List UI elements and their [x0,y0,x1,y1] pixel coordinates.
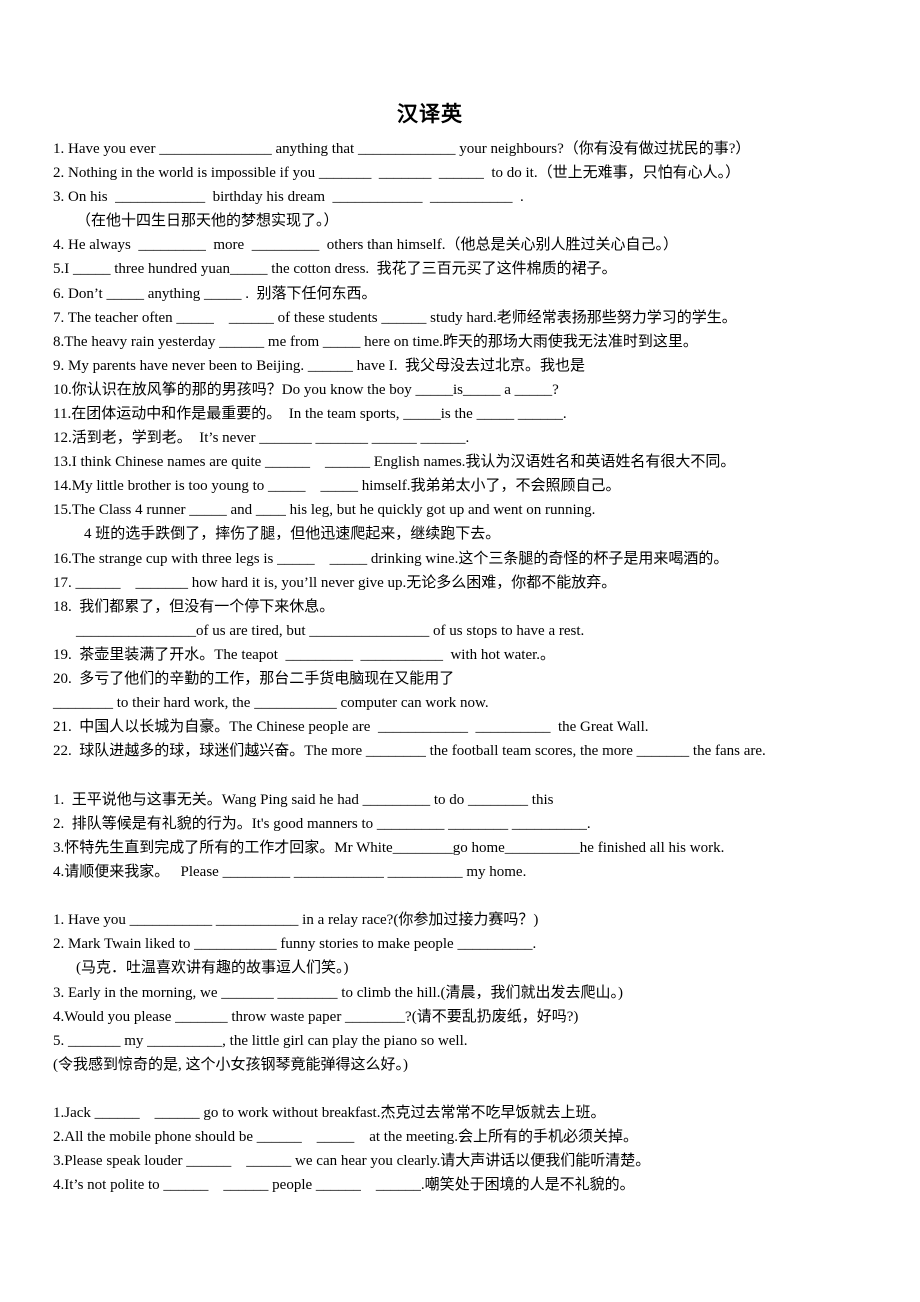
exercise-line: 2. Mark Twain liked to ___________ funny… [53,936,537,952]
exercise-line: ________________of us are tired, but ___… [76,623,585,639]
exercise-line: 21. 中国人以长城为自豪。The Chinese people are ___… [53,719,649,735]
exercise-line: 19. 茶壶里装满了开水。The teapot _________ ______… [53,647,556,663]
exercise-line: 2. 排队等候是有礼貌的行为。It's good manners to ____… [53,816,591,832]
exercise-line: 22. 球队进越多的球，球迷们越兴奋。The more ________ the… [53,743,766,759]
exercise-line: 1. Have you ever _______________ anythin… [53,141,751,157]
exercise-line: 6. Don’t _____ anything _____ . 别落下任何东西。 [53,286,377,302]
exercise-line: 20. 多亏了他们的辛勤的工作，那台二手货电脑现在又能用了 [53,671,455,687]
exercise-line: 3.怀特先生直到完成了所有的工作才回家。Mr White________go h… [53,840,725,856]
translation-line: (令我感到惊奇的是, 这个小女孩钢琴竟能弹得这么好。) [53,1057,408,1073]
exercise-line: ________ to their hard work, the _______… [53,695,489,711]
document-page: 汉译英 1. Have you ever _______________ any… [0,0,920,1302]
exercise-line: 17. ______ _______ how hard it is, you’l… [53,575,617,591]
exercise-line: 3. On his ____________ birthday his drea… [53,189,524,205]
exercise-line: 18. 我们都累了，但没有一个停下来休息。 [53,599,335,615]
exercise-line: 1.Jack ______ ______ go to work without … [53,1105,606,1121]
exercise-line: 2. Nothing in the world is impossible if… [53,165,741,181]
exercise-line: 5.I _____ three hundred yuan_____ the co… [53,261,617,277]
exercise-line: 3.Please speak louder ______ ______ we c… [53,1153,651,1169]
exercise-line: 3. Early in the morning, we _______ ____… [53,985,623,1001]
exercise-line: 9. My parents have never been to Beijing… [53,358,585,374]
exercise-line: 4.请顺便来我家。 Please _________ ____________ … [53,864,527,880]
exercise-line: 5. _______ my __________, the little gir… [53,1033,468,1049]
exercise-line: 8.The heavy rain yesterday ______ me fro… [53,334,698,350]
exercise-line: 10.你认识在放风筝的那的男孩吗？Do you know the boy ___… [53,382,559,398]
page-title: 汉译英 [397,102,463,126]
exercise-line: 4. He always _________ more _________ ot… [53,237,678,253]
exercise-line: 14.My little brother is too young to ___… [53,478,621,494]
exercise-line: 12.活到老，学到老。 It’s never _______ _______ _… [53,430,470,446]
exercise-line: 15.The Class 4 runner _____ and ____ his… [53,502,596,518]
exercise-line: 4.It’s not polite to ______ ______ peopl… [53,1177,635,1193]
exercise-line: 1. Have you ___________ ___________ in a… [53,912,539,928]
translation-line: 4 班的选手跌倒了，摔伤了腿，但他迅速爬起来，继续跑下去。 [84,526,501,542]
translation-line: （在他十四生日那天他的梦想实现了。） [76,213,339,229]
exercise-line: 2.All the mobile phone should be ______ … [53,1129,638,1145]
exercise-line: 13.I think Chinese names are quite _____… [53,454,736,470]
exercise-line: 11.在团体运动中和作是最重要的。 In the team sports, __… [53,406,567,422]
exercise-line: 1. 王平说他与这事无关。Wang Ping said he had _____… [53,792,554,808]
exercise-line: 4.Would you please _______ throw waste p… [53,1009,579,1025]
exercise-line: 16.The strange cup with three legs is __… [53,551,729,567]
translation-line: (马克．吐温喜欢讲有趣的故事逗人们笑。) [76,960,349,976]
exercise-line: 7. The teacher often _____ ______ of the… [53,310,737,326]
